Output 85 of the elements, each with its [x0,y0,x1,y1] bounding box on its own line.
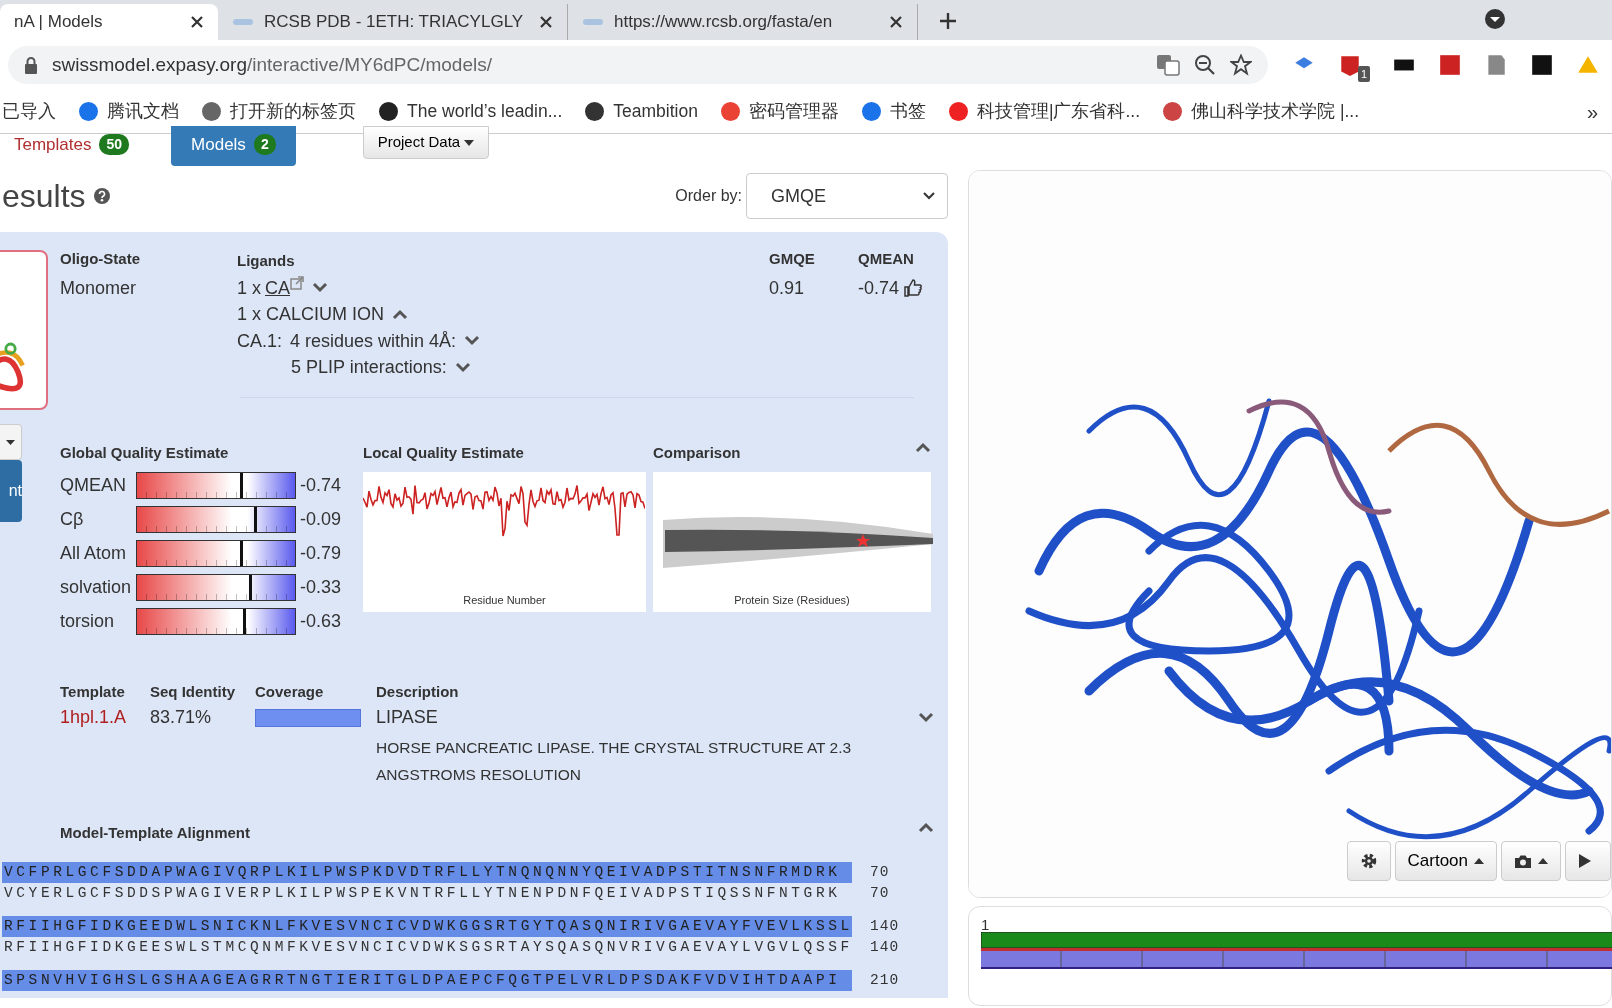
order-by-label: Order by: [675,186,742,206]
url-text: swissmodel.expasy.org/interactive/MY6dPC/models/ [52,52,493,77]
page-heading: esults [2,177,86,216]
bookmark-label: 打开新的标签页 [230,100,356,124]
column-label: QMEAN [858,249,915,269]
axis-label: Protein Size (Residues) [734,592,850,608]
position-number: 70 [870,884,890,903]
gmqe-value: 0.91 [769,276,806,300]
tab-title: https://www.rcsb.org/fasta/en [614,11,834,34]
model-sequence: VCFPRLGCFSDDAPWAGIVQRPLKILPWSPKDVDTRFLLYTNQNQNNYQEIVADPSTITNSNFRMDRK [2,862,852,883]
score-label: QMEAN [60,474,127,497]
ligand-name: 1 x CALCIUM ION [237,303,385,326]
column-label: Oligo-State [60,249,141,269]
position-number: 140 [870,917,900,936]
browser-tab[interactable]: RCSB PDB - 1ETH: TRIACYLGLY [218,4,568,40]
project-data-button[interactable]: Project Data [362,126,490,159]
bookmark[interactable]: Teambition [584,98,698,125]
bookmark[interactable]: 密码管理器 [719,98,839,125]
browser-tab[interactable]: nA | Models [0,4,218,40]
bookmark[interactable]: 书签 [860,98,926,125]
description-title: LIPASE [376,705,438,729]
template-sequence: VCYERLGCFSDDSPWAGIVERPLKILPWSPEKVNTRFLLYTNENPDNFQEIVADPSTIQSSNFNTGRK [3,884,842,903]
axis-label: Residue Number [463,592,546,608]
column-label: Template [60,682,126,702]
score-label: torsion [60,610,116,633]
plip-toggle[interactable]: 5 PLIP interactions: [291,354,447,381]
identity-value: 83.71% [150,705,213,729]
qmean-value: -0.74 [858,276,900,300]
bookmark[interactable]: 已导入 [2,98,56,125]
section-title: Model-Template Alignment [60,822,250,843]
bookmark-label: 佛山科学技术学院 |... [1191,100,1360,124]
section-title: Local Quality Estimate [363,442,525,463]
model-sequence: RFIIHGFIDKGEEDWLSNICKNLFKVESVNCICVDWKGGSRTGYTQASQNIRIVGAEVAYFVEVLKSSL [2,916,852,937]
style-button[interactable]: Cartoon [1394,841,1497,881]
bookmark-label: The world’s leadin... [407,100,563,124]
side-button[interactable]: nt [0,460,22,522]
order-by-select[interactable]: GMQE [746,173,948,219]
score-label: All Atom [60,542,128,565]
column-label: Seq Identity [150,682,236,702]
residues-toggle[interactable]: 4 residues within 4Å: [290,327,457,354]
position-number: 210 [870,971,900,990]
template-sequence: RFIIHGFIDKGEESWLSTMCQNMFKVESVNCICVDWKSGSRTAYSQASQNVRIVGAEVAYLVGVLQSSF [3,938,852,957]
column-label: Coverage [255,682,325,702]
tab-title: nA | Models [14,11,104,34]
ligand-count: 1 x [237,276,261,300]
bookmark-label: 腾讯文档 [107,100,179,124]
address-bar[interactable]: swissmodel.expasy.org/interactive/MY6dPC/models/ [8,46,1268,84]
count-badge: 50 [99,134,130,156]
sequence-position: 1 [981,917,991,932]
column-label: Ligands [237,251,296,271]
ligand-link[interactable]: CA [265,274,291,301]
bookmark-label: Teambition [613,100,698,124]
column-label: GMQE [769,249,816,269]
ligand-site: CA.1: [237,329,283,353]
browser-tab[interactable]: https://www.rcsb.org/fasta/en [568,4,918,40]
oligo-state-value: Monomer [60,276,138,300]
position-number: 140 [870,938,900,957]
more-bookmarks-icon[interactable]: » [1586,96,1598,127]
column-label: Description [376,682,460,702]
nav-tab[interactable]: Models 2 [171,126,296,166]
score-value: -0.09 [299,508,343,531]
section-title: Comparison [653,442,741,463]
score-value: -0.33 [299,576,343,599]
bookmark-label: 科技管理|广东省科... [976,100,1141,124]
position-number: 70 [870,863,890,882]
bookmark-label: 书签 [889,100,926,124]
description-text: HORSE PANCREATIC LIPASE. THE CRYSTAL STRUCTURE AT 2.3 ANGSTROMS RESOLUTION [376,737,853,785]
bookmark[interactable]: 佛山科学技术学院 |... [1162,98,1360,125]
tab-title: RCSB PDB - 1ETH: TRIACYLGLY [264,11,525,34]
model-sequence: SPSNVHVIGHSLGSHAAGEAGRRTNGTIERITGLDPAEPCFQGTPELVRLDPSDAKFVDVIHTDAAPI [2,970,852,991]
bookmark[interactable]: 打开新的标签页 [201,98,356,125]
score-value: -0.74 [299,474,343,497]
score-label: solvation [60,576,133,599]
score-value: -0.79 [299,542,343,565]
section-title: Global Quality Estimate [60,442,230,463]
nav-tab[interactable]: Templates 50 [0,126,150,166]
bookmark[interactable]: 腾讯文档 [78,98,179,125]
count-badge: 2 [253,134,276,156]
bookmark[interactable]: The world’s leadin... [378,98,563,125]
template-link[interactable]: 1hpl.1.A [60,703,150,731]
extension-badge: 1 [1358,65,1371,83]
bookmark[interactable]: 科技管理|广东省科... [947,98,1141,125]
score-value: -0.63 [299,610,343,633]
bookmark-label: 密码管理器 [748,100,839,124]
score-label: Cβ [60,508,85,531]
